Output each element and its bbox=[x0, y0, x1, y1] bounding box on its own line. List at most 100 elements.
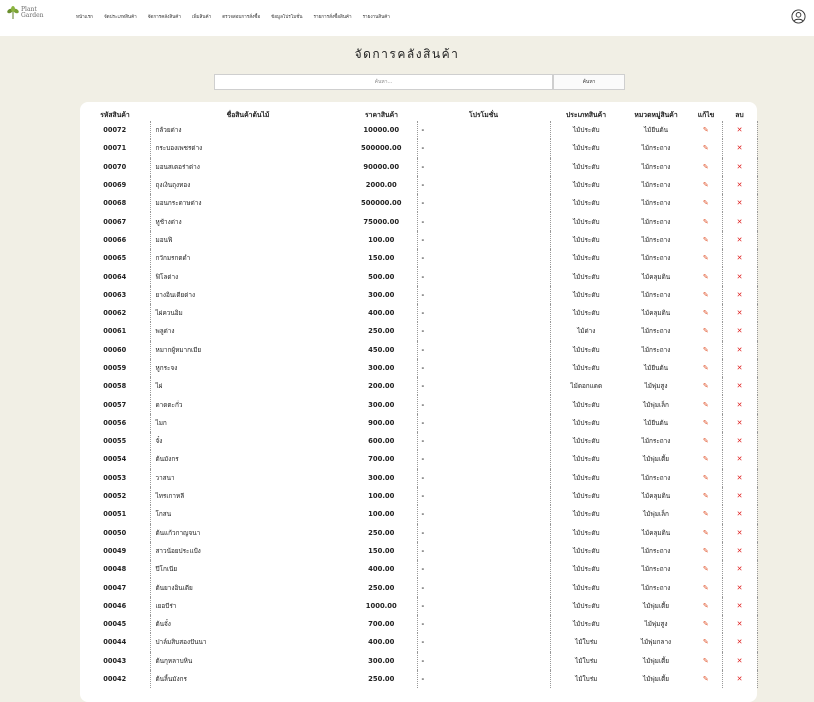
product-price: 300.00 bbox=[368, 473, 395, 482]
delete-button[interactable]: ✕ bbox=[721, 340, 758, 359]
product-type: ไม้ประดับ bbox=[572, 309, 600, 318]
delete-button[interactable]: ✕ bbox=[721, 560, 758, 579]
table-row: 00051 โกสน 100.00 - ไม้ประดับ ไม้พุ่มเล็ก ✎ ✕ bbox=[80, 505, 758, 524]
pencil-icon: ✎ bbox=[702, 327, 709, 336]
edit-button[interactable]: ✎ bbox=[690, 139, 722, 157]
delete-button[interactable]: ✕ bbox=[721, 541, 758, 561]
edit-button[interactable]: ✎ bbox=[690, 670, 722, 688]
edit-button[interactable]: ✎ bbox=[690, 597, 722, 615]
delete-button[interactable]: ✕ bbox=[721, 139, 758, 158]
delete-button[interactable]: ✕ bbox=[721, 303, 758, 323]
delete-button[interactable]: ✕ bbox=[721, 395, 758, 414]
edit-button[interactable]: ✎ bbox=[690, 341, 722, 359]
delete-button[interactable]: ✕ bbox=[721, 194, 758, 213]
nav-home[interactable]: หน้าแรก bbox=[76, 14, 93, 21]
table-row: 00052 ไทรเกาหลี 100.00 - ไม้ประดับ ไม้คลุมดิน… bbox=[80, 486, 758, 506]
edit-button[interactable]: ✎ bbox=[690, 194, 722, 212]
product-type: ไม้ประดับ bbox=[572, 601, 600, 610]
delete-button[interactable]: ✕ bbox=[721, 450, 758, 469]
delete-button[interactable]: ✕ bbox=[721, 669, 758, 689]
delete-button[interactable]: ✕ bbox=[721, 121, 758, 140]
table-row: 00057 ดาดตะกั่ว 300.00 - ไม้ประดับ ไม้พุ่มเล็… bbox=[80, 395, 758, 414]
edit-button[interactable]: ✎ bbox=[690, 414, 722, 432]
product-id: 00043 bbox=[103, 656, 127, 665]
edit-button[interactable]: ✎ bbox=[690, 231, 722, 249]
leaf-icon bbox=[7, 6, 19, 19]
search-input[interactable] bbox=[214, 74, 553, 90]
header-edit: แก้ไข bbox=[697, 110, 715, 119]
close-icon: ✕ bbox=[736, 181, 743, 190]
nav-promotions[interactable]: ข้อมูลโปรโมชั่น bbox=[271, 14, 302, 21]
edit-button[interactable]: ✎ bbox=[690, 542, 722, 560]
edit-button[interactable]: ✎ bbox=[690, 267, 722, 285]
nav-categories[interactable]: จัดประเภทสินค้า bbox=[104, 14, 137, 21]
nav-add-product[interactable]: เพิ่มสินค้า bbox=[192, 14, 211, 21]
edit-button[interactable]: ✎ bbox=[690, 615, 722, 633]
edit-button[interactable]: ✎ bbox=[690, 633, 722, 651]
top-navbar: Plant Garden หน้าแรก จัดประเภทสินค้า จัด… bbox=[0, 0, 814, 36]
product-price: 100.00 bbox=[368, 235, 395, 244]
edit-button[interactable]: ✎ bbox=[690, 377, 722, 395]
edit-button[interactable]: ✎ bbox=[690, 469, 722, 487]
delete-button[interactable]: ✕ bbox=[721, 157, 758, 176]
delete-button[interactable]: ✕ bbox=[721, 486, 758, 506]
product-price: 400.00 bbox=[368, 309, 395, 318]
delete-button[interactable]: ✕ bbox=[721, 413, 758, 433]
edit-button[interactable]: ✎ bbox=[690, 286, 722, 304]
edit-button[interactable]: ✎ bbox=[690, 505, 722, 523]
delete-button[interactable]: ✕ bbox=[721, 358, 758, 378]
edit-button[interactable]: ✎ bbox=[690, 395, 722, 413]
delete-button[interactable]: ✕ bbox=[721, 523, 758, 542]
logo[interactable]: Plant Garden bbox=[6, 6, 44, 20]
product-promo: - bbox=[416, 669, 551, 689]
edit-button[interactable]: ✎ bbox=[690, 249, 722, 267]
product-promo: - bbox=[416, 633, 551, 652]
close-icon: ✕ bbox=[736, 235, 743, 244]
edit-button[interactable]: ✎ bbox=[690, 560, 722, 578]
nav-report[interactable]: รายงานสินค้า bbox=[363, 14, 390, 21]
edit-button[interactable]: ✎ bbox=[690, 322, 722, 340]
edit-button[interactable]: ✎ bbox=[690, 652, 722, 670]
table-row: 00049 สาวน้อยประแป้ง 150.00 - ไม้ประดับ ไม้กร… bbox=[80, 541, 758, 561]
delete-button[interactable]: ✕ bbox=[721, 285, 758, 304]
product-price: 500.00 bbox=[368, 272, 395, 281]
table-row: 00059 หูกระจง 300.00 - ไม้ประดับ ไม้ยืนต้น ✎ ✕ bbox=[80, 358, 758, 378]
product-type: ไม้ประดับ bbox=[572, 546, 600, 555]
delete-button[interactable]: ✕ bbox=[721, 322, 758, 341]
edit-button[interactable]: ✎ bbox=[690, 176, 722, 194]
product-id: 00061 bbox=[103, 327, 127, 336]
header-price: ราคาสินค้า bbox=[365, 110, 398, 119]
edit-button[interactable]: ✎ bbox=[690, 450, 722, 468]
edit-button[interactable]: ✎ bbox=[690, 359, 722, 377]
delete-button[interactable]: ✕ bbox=[721, 505, 758, 524]
nav-inventory[interactable]: จัดการคลังสินค้า bbox=[148, 14, 181, 21]
product-id: 00066 bbox=[103, 235, 127, 244]
edit-button[interactable]: ✎ bbox=[690, 212, 722, 230]
delete-button[interactable]: ✕ bbox=[721, 230, 758, 250]
edit-button[interactable]: ✎ bbox=[690, 304, 722, 322]
edit-button[interactable]: ✎ bbox=[690, 524, 722, 542]
edit-button[interactable]: ✎ bbox=[690, 487, 722, 505]
edit-button[interactable]: ✎ bbox=[690, 158, 722, 176]
delete-button[interactable]: ✕ bbox=[721, 432, 758, 451]
edit-button[interactable]: ✎ bbox=[690, 578, 722, 596]
delete-button[interactable]: ✕ bbox=[721, 377, 758, 396]
nav-check-orders[interactable]: ตรวจสอบการสั่งซื้อ bbox=[222, 14, 260, 21]
delete-button[interactable]: ✕ bbox=[721, 468, 758, 487]
search-button[interactable]: ค้นหา bbox=[553, 74, 625, 90]
delete-button[interactable]: ✕ bbox=[721, 175, 758, 195]
user-circle-icon[interactable] bbox=[791, 9, 806, 24]
edit-button[interactable]: ✎ bbox=[690, 121, 722, 139]
delete-button[interactable]: ✕ bbox=[721, 578, 758, 597]
delete-button[interactable]: ✕ bbox=[721, 212, 758, 231]
product-name: กล้วยด่าง bbox=[149, 121, 346, 140]
delete-button[interactable]: ✕ bbox=[721, 615, 758, 634]
delete-button[interactable]: ✕ bbox=[721, 596, 758, 616]
delete-button[interactable]: ✕ bbox=[721, 633, 758, 652]
delete-button[interactable]: ✕ bbox=[721, 651, 758, 670]
edit-button[interactable]: ✎ bbox=[690, 432, 722, 450]
delete-button[interactable]: ✕ bbox=[721, 249, 758, 268]
product-promo: - bbox=[416, 505, 551, 524]
nav-order-list[interactable]: รายการสั่งซื้อสินค้า bbox=[314, 14, 352, 21]
delete-button[interactable]: ✕ bbox=[721, 267, 758, 286]
